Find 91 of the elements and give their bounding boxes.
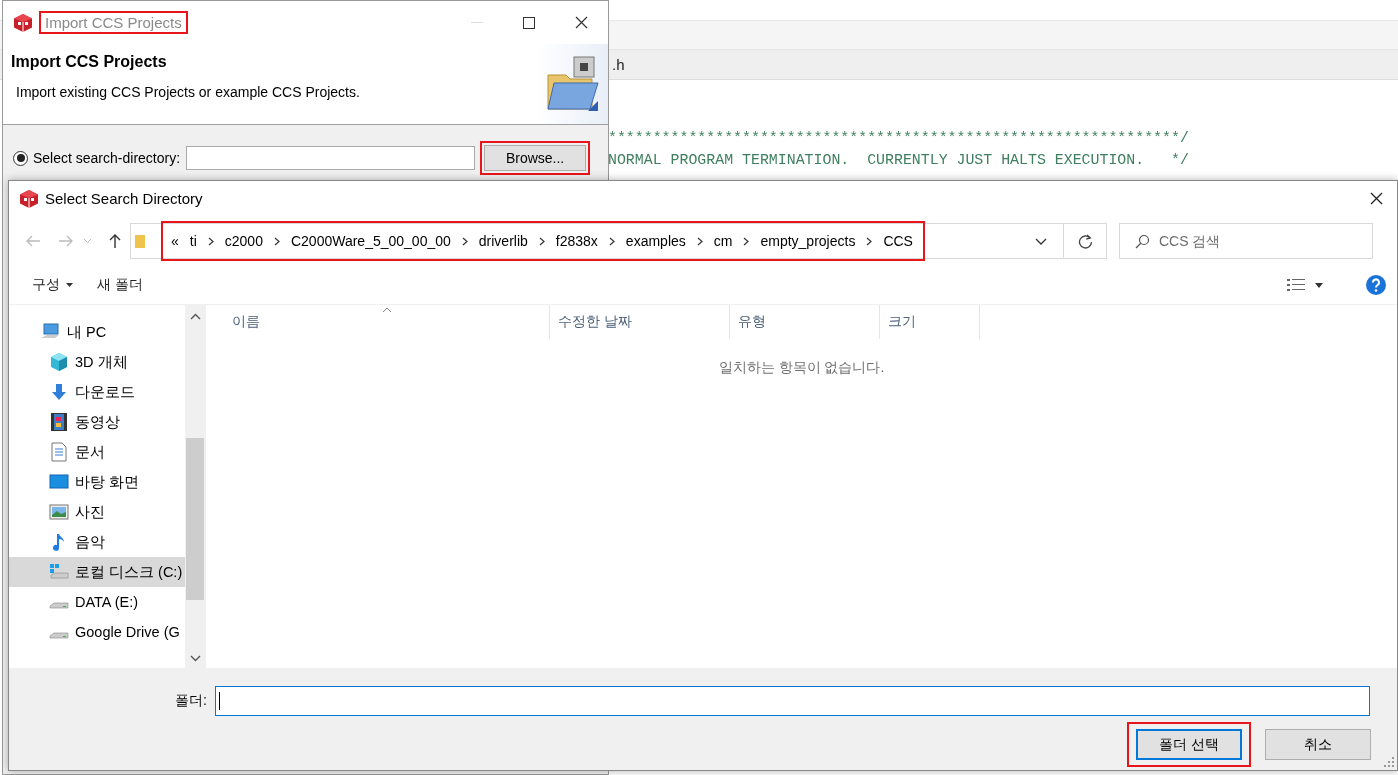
up-arrow-icon[interactable] bbox=[109, 233, 121, 249]
drive-icon bbox=[49, 601, 69, 609]
breadcrumb-segment[interactable]: empty_projects bbox=[760, 233, 856, 249]
chevron-right-icon bbox=[538, 236, 545, 246]
photo-icon bbox=[49, 502, 69, 522]
nav-item-label: 동영상 bbox=[75, 412, 120, 432]
chevron-right-icon bbox=[696, 236, 703, 246]
nav-item-label: 다운로드 bbox=[75, 382, 135, 402]
nav-item-label: 내 PC bbox=[67, 322, 107, 342]
nav-item[interactable]: 3D 개체 bbox=[9, 347, 185, 377]
chevron-right-icon bbox=[608, 236, 615, 246]
nav-item[interactable]: 다운로드 bbox=[9, 377, 185, 407]
nav-item-label: 사진 bbox=[75, 502, 105, 522]
scroll-down-icon[interactable] bbox=[189, 655, 201, 662]
nav-item[interactable]: 문서 bbox=[9, 437, 185, 467]
nav-item-label: 3D 개체 bbox=[75, 352, 128, 372]
column-header[interactable]: 크기 bbox=[880, 305, 980, 339]
radio-label: Select search-directory: bbox=[33, 150, 181, 166]
nav-item-label: DATA (E:) bbox=[75, 594, 139, 610]
refresh-icon[interactable] bbox=[1077, 233, 1093, 249]
nav-item-label: Google Drive (G bbox=[75, 624, 180, 640]
cube-logo-icon bbox=[13, 12, 33, 33]
chevron-right-icon bbox=[866, 236, 873, 246]
caret-icon bbox=[66, 283, 73, 287]
organize-menu[interactable]: 구성 bbox=[30, 274, 75, 296]
breadcrumb-segment[interactable]: C2000Ware_5_00_00_00 bbox=[290, 233, 451, 249]
download-icon bbox=[49, 382, 69, 402]
nav-item[interactable]: 사진 bbox=[9, 497, 185, 527]
drive-icon bbox=[49, 631, 69, 639]
nav-item-label: 음악 bbox=[75, 532, 105, 552]
column-header[interactable]: 이름 bbox=[206, 305, 550, 339]
nav-item[interactable]: DATA (E:) bbox=[9, 587, 185, 617]
search-icon bbox=[1135, 234, 1150, 249]
search-field[interactable]: CCS 검색 bbox=[1119, 223, 1373, 259]
dialog-button[interactable]: 폴더 선택 bbox=[1136, 729, 1242, 760]
chevron-right-icon bbox=[273, 236, 280, 246]
nav-item-label: 문서 bbox=[75, 442, 105, 462]
chevron-right-icon bbox=[461, 236, 468, 246]
close-icon[interactable] bbox=[575, 16, 588, 29]
empty-message: 일치하는 항목이 없습니다. bbox=[718, 359, 885, 375]
scroll-up-icon[interactable] bbox=[189, 313, 201, 320]
breadcrumb-segment[interactable]: CCS bbox=[883, 233, 913, 249]
directory-field[interactable] bbox=[186, 146, 476, 170]
dialog-button[interactable]: 취소 bbox=[1265, 729, 1371, 760]
folder-icon bbox=[135, 233, 145, 249]
maximize-icon[interactable] bbox=[523, 16, 535, 29]
help-icon[interactable] bbox=[1365, 274, 1387, 296]
dialog-description: Import existing CCS Projects or example CCS Projects. bbox=[16, 84, 361, 100]
breadcrumb-segment[interactable]: cm bbox=[713, 233, 733, 249]
column-header[interactable]: 유형 bbox=[730, 305, 880, 339]
code-line: NORMAL PROGRAM TERMINATION. CURRENTLY JUST HALTS EXECUTION. */ bbox=[608, 151, 1189, 170]
system-drive-icon bbox=[49, 562, 69, 582]
cube-icon bbox=[49, 352, 69, 372]
close-icon[interactable] bbox=[1370, 192, 1383, 205]
breadcrumb-segment[interactable]: driverlib bbox=[478, 233, 528, 249]
resize-grip-icon[interactable] bbox=[1384, 757, 1394, 767]
radio-button[interactable] bbox=[13, 150, 28, 166]
nav-item-label: 로컬 디스크 (C:) bbox=[75, 562, 183, 582]
chevron-down-icon[interactable] bbox=[1035, 237, 1047, 245]
nav-item[interactable]: 로컬 디스크 (C:) bbox=[9, 557, 185, 587]
nav-item[interactable]: 음악 bbox=[9, 527, 185, 557]
scrollbar[interactable] bbox=[185, 305, 205, 668]
window-title: Select Search Directory bbox=[45, 190, 203, 207]
browse-button[interactable]: Browse... bbox=[484, 145, 587, 171]
breadcrumb-segment[interactable]: c2000 bbox=[224, 233, 263, 249]
nav-item[interactable]: 바탕 화면 bbox=[9, 467, 185, 497]
nav-item[interactable]: 내 PC bbox=[9, 317, 185, 347]
folder-field[interactable] bbox=[214, 686, 1370, 716]
desktop-icon bbox=[49, 472, 69, 492]
code-line: ****************************************************************/ bbox=[608, 129, 1189, 148]
view-options-icon[interactable] bbox=[1287, 278, 1305, 292]
column-header[interactable]: 수정한 날짜 bbox=[550, 305, 730, 339]
breadcrumb-segment[interactable]: ti bbox=[189, 233, 197, 249]
editor-tab[interactable]: .h bbox=[612, 56, 625, 73]
dialog-heading: Import CCS Projects bbox=[11, 53, 168, 71]
document-icon bbox=[49, 442, 69, 462]
breadcrumb-overflow[interactable]: « bbox=[171, 233, 179, 249]
chevron-right-icon bbox=[743, 236, 750, 246]
cube-logo-icon bbox=[19, 188, 39, 209]
new-folder-button[interactable]: 새 폴더 bbox=[95, 274, 145, 296]
field-label: 폴더: bbox=[175, 692, 207, 710]
chevron-right-icon bbox=[207, 236, 214, 246]
nav-item[interactable]: 동영상 bbox=[9, 407, 185, 437]
nav-item-label: 바탕 화면 bbox=[75, 472, 140, 492]
breadcrumb-segment[interactable]: examples bbox=[625, 233, 686, 249]
nav-item[interactable]: Google Drive (G bbox=[9, 617, 185, 647]
video-icon bbox=[49, 412, 69, 432]
breadcrumb-segment[interactable]: f2838x bbox=[555, 233, 598, 249]
window-title: Import CCS Projects bbox=[39, 11, 188, 34]
caret-icon[interactable] bbox=[1315, 282, 1323, 288]
scrollbar-thumb[interactable] bbox=[186, 438, 204, 600]
